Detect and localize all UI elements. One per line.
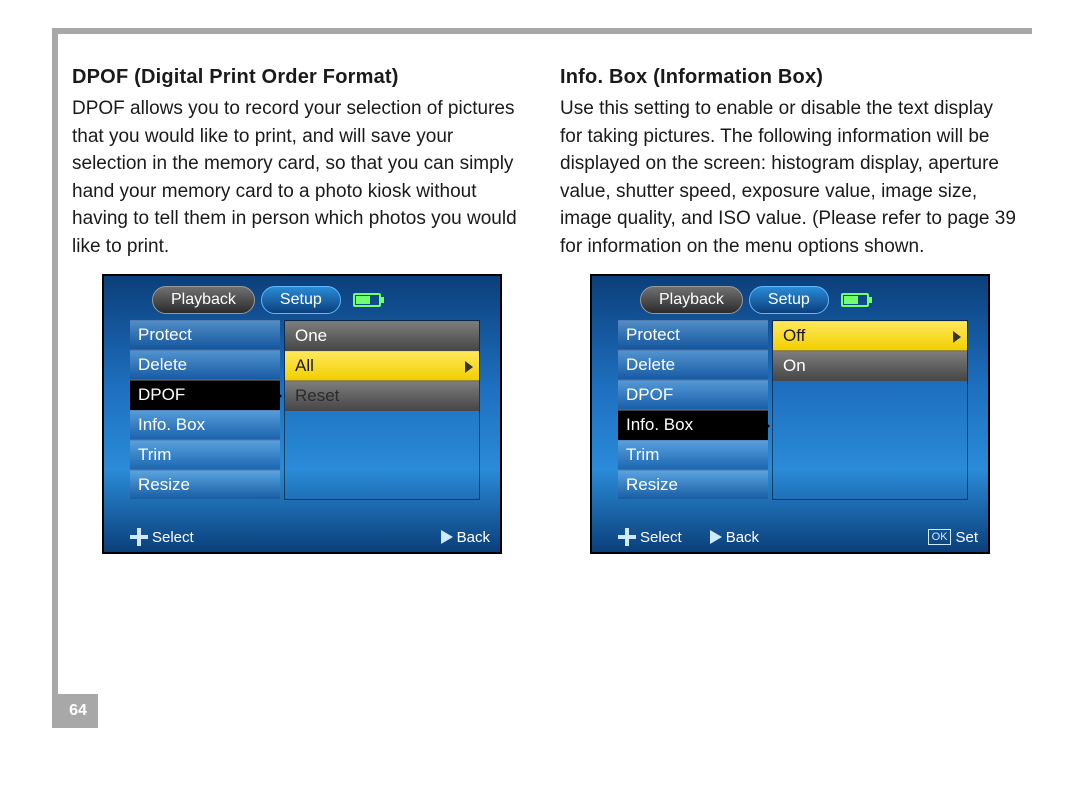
right-column: Info. Box (Information Box) Use this set…: [560, 66, 1020, 554]
dpof-heading: DPOF (Digital Print Order Format): [72, 66, 532, 89]
menu-list: Protect Delete DPOF Info. Box Trim Resiz…: [618, 320, 768, 500]
screen-tabs: Playback Setup: [104, 276, 500, 314]
hint-back-label: Back: [457, 529, 490, 546]
play-icon: [710, 530, 722, 544]
menu-body: Protect Delete DPOF Info. Box Trim Resiz…: [592, 314, 988, 500]
menu-item-infobox[interactable]: Info. Box: [618, 410, 768, 440]
dpof-screen: Playback Setup Protect Delete DPOF Info.…: [102, 274, 502, 554]
menu-item-delete[interactable]: Delete: [130, 350, 280, 380]
hint-back: Back: [710, 529, 759, 546]
option-off[interactable]: Off: [773, 321, 967, 351]
tab-playback[interactable]: Playback: [152, 286, 255, 314]
hint-select-label: Select: [152, 529, 194, 546]
option-all[interactable]: All: [285, 351, 479, 381]
battery-icon: [841, 293, 869, 307]
menu-item-protect[interactable]: Protect: [618, 320, 768, 350]
menu-item-dpof[interactable]: DPOF: [618, 380, 768, 410]
dpof-body: DPOF allows you to record your selection…: [72, 95, 532, 260]
hint-back-label: Back: [726, 529, 759, 546]
tab-setup[interactable]: Setup: [261, 286, 341, 314]
menu-item-trim[interactable]: Trim: [618, 440, 768, 470]
hint-select-label: Select: [640, 529, 682, 546]
play-icon: [441, 530, 453, 544]
hint-select: Select: [130, 528, 194, 546]
hint-set: OK Set: [928, 529, 978, 546]
menu-item-trim[interactable]: Trim: [130, 440, 280, 470]
menu-item-resize[interactable]: Resize: [130, 470, 280, 500]
infobox-heading: Info. Box (Information Box): [560, 66, 1020, 89]
infobox-body: Use this setting to enable or disable th…: [560, 95, 1020, 260]
tab-playback[interactable]: Playback: [640, 286, 743, 314]
option-list: Off On: [772, 320, 968, 500]
option-on[interactable]: On: [773, 351, 967, 381]
menu-item-infobox[interactable]: Info. Box: [130, 410, 280, 440]
hint-set-label: Set: [955, 529, 978, 546]
tab-setup[interactable]: Setup: [749, 286, 829, 314]
screen-hints: Select Back OK Set: [618, 528, 978, 546]
dpad-icon: [130, 528, 148, 546]
hint-select: Select: [618, 528, 682, 546]
hint-back: Back: [441, 529, 490, 546]
page-frame: DPOF (Digital Print Order Format) DPOF a…: [52, 28, 1032, 728]
screen-hints: Select Back: [130, 528, 490, 546]
menu-list: Protect Delete DPOF Info. Box Trim Resiz…: [130, 320, 280, 500]
ok-icon: OK: [928, 529, 952, 545]
menu-item-dpof[interactable]: DPOF: [130, 380, 280, 410]
option-one[interactable]: One: [285, 321, 479, 351]
page-number: 64: [58, 694, 98, 728]
battery-icon: [353, 293, 381, 307]
option-list: One All Reset: [284, 320, 480, 500]
screen-tabs: Playback Setup: [592, 276, 988, 314]
menu-item-delete[interactable]: Delete: [618, 350, 768, 380]
menu-body: Protect Delete DPOF Info. Box Trim Resiz…: [104, 314, 500, 500]
menu-item-protect[interactable]: Protect: [130, 320, 280, 350]
infobox-screen: Playback Setup Protect Delete DPOF Info.…: [590, 274, 990, 554]
option-reset[interactable]: Reset: [285, 381, 479, 411]
dpad-icon: [618, 528, 636, 546]
content-columns: DPOF (Digital Print Order Format) DPOF a…: [58, 34, 1032, 554]
left-column: DPOF (Digital Print Order Format) DPOF a…: [72, 66, 532, 554]
menu-item-resize[interactable]: Resize: [618, 470, 768, 500]
